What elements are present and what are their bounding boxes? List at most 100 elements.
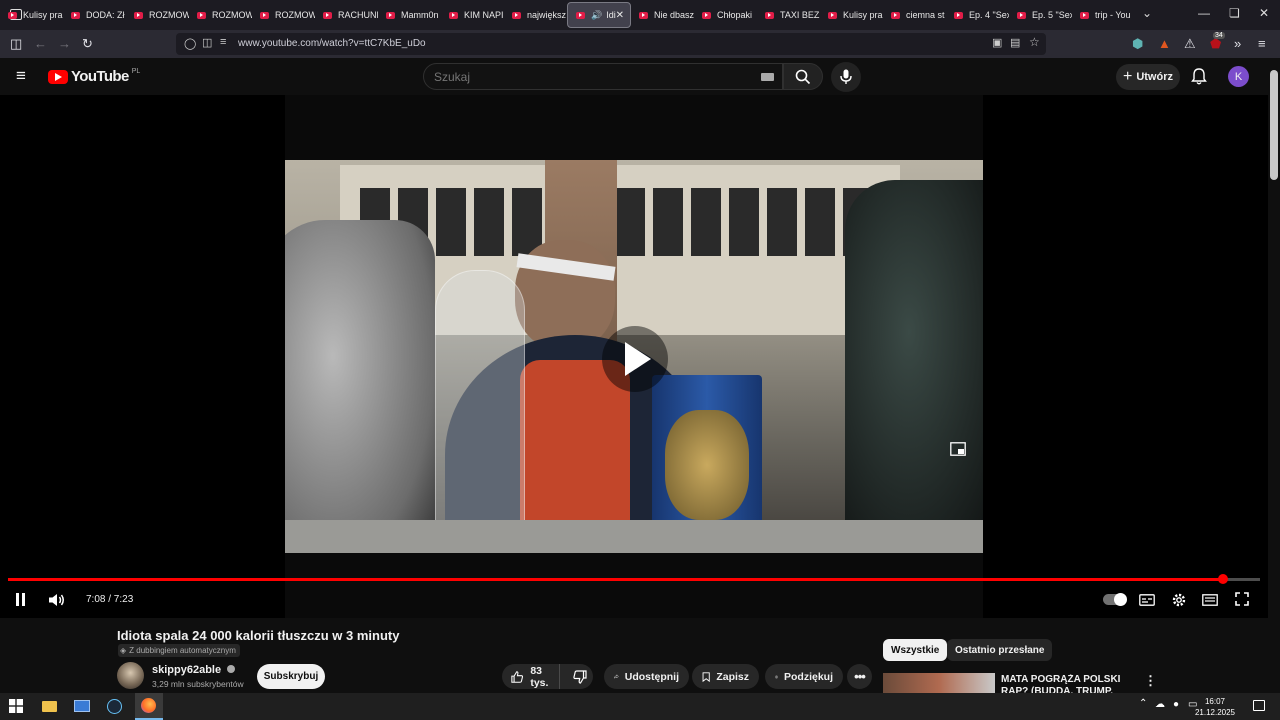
channel-name[interactable]: skippy62able [152,664,221,676]
browser-tab[interactable]: Ep. 5 "Sex [1009,2,1072,28]
extensions-icon[interactable]: ⚠ [1184,36,1196,52]
fox-extension-icon[interactable]: ▲ [1158,36,1171,51]
youtube-logo-text: YouTube [71,68,129,85]
address-bar[interactable]: ◯ ◫ ≡ www.youtube.com/watch?v=ttC7KbE_uD… [176,33,1046,55]
share-button[interactable]: Udostępnij [604,664,689,689]
chip-all[interactable]: Wszystkie [883,639,948,661]
subscribe-button[interactable]: Subskrybuj [257,664,325,689]
recommendation-thumbnail[interactable] [883,673,995,693]
tab-label: Idi [606,10,616,20]
browser-tab[interactable]: ROZMOW [126,2,189,28]
close-window-icon[interactable]: ✕ [1259,6,1269,20]
more-actions-button[interactable]: ••• [847,664,872,689]
plus-icon: + [1122,68,1133,85]
chip-recent-label: Ostatnio przesłane [955,644,1045,656]
autoplay-toggle[interactable] [1103,593,1127,606]
tab-list-chevron-icon[interactable]: ⌄ [1142,6,1152,20]
notifications-tray-icon[interactable] [1253,700,1265,711]
search-button[interactable] [783,63,823,90]
mic-tray-icon[interactable]: ● [1173,699,1179,710]
save-button[interactable]: Zapisz [692,664,759,689]
reader-view-icon[interactable]: ▤ [1010,36,1020,49]
fullscreen-icon[interactable] [1235,592,1249,606]
vpn-extension-icon[interactable]: ⬢ [1132,36,1143,52]
channel-name-row[interactable]: skippy62able [152,664,236,676]
browser-tab[interactable]: ROZMOW [252,2,315,28]
recommendation-menu-icon[interactable]: ⋮ [1144,673,1157,689]
subtitles-icon[interactable] [1139,594,1155,606]
youtube-favicon-icon [71,11,80,19]
tab-active[interactable]: 🔊 Idi ✕ [567,2,631,28]
tab-label: Kulisy pra [843,10,883,20]
browser-tab[interactable]: KIM NAPI [441,2,504,28]
url-text[interactable]: www.youtube.com/watch?v=ttC7KbE_uDo [238,38,426,49]
super-thanks-icon [775,675,778,678]
browser-tab[interactable]: ciemna st [883,2,946,28]
recommendation-title[interactable]: MATA POGRĄŻA POLSKI RAP? (BUDDA, TRUMP, … [1001,674,1141,693]
like-count: 83 tys. [530,664,549,689]
bookmark-star-icon[interactable]: ☆ [1029,35,1040,49]
voice-search-button[interactable] [831,62,861,92]
thumbs-up-icon [511,670,524,683]
app-menu-icon[interactable]: ≡ [1258,36,1266,51]
lock-icon[interactable]: ◫ [202,36,212,49]
search-input[interactable] [424,64,724,89]
scrollbar-thumb[interactable] [1270,70,1278,180]
big-play-button[interactable] [602,326,668,392]
browser-tab[interactable]: Mamm0n [378,2,441,28]
sidebar-toggle-icon[interactable]: ◫ [10,36,22,52]
network-tray-icon[interactable]: ☁ [1155,699,1165,710]
keyboard-icon[interactable] [761,73,774,81]
pause-button[interactable] [15,593,27,606]
search-icon [795,69,811,85]
theater-mode-icon[interactable] [1202,594,1218,606]
browser-tab[interactable]: RACHUNE [315,2,378,28]
tab-close-icon[interactable]: ✕ [616,10,624,21]
dislike-button[interactable] [566,664,593,689]
restore-icon[interactable]: ❏ [1229,6,1240,20]
guide-menu-icon[interactable]: ≡ [16,66,26,86]
file-explorer-icon[interactable] [42,701,57,712]
browser-tab[interactable]: Chłopaki [694,2,757,28]
overflow-chevron-icon[interactable]: » [1234,36,1241,51]
browser-tab[interactable]: ROZMOW [189,2,252,28]
minimize-icon[interactable]: — [1198,6,1210,20]
taskbar-clock[interactable]: 16:07 21.12.2025 [1195,696,1235,718]
create-button[interactable]: + Utwórz [1116,64,1180,90]
permissions-icon[interactable]: ≡ [220,36,226,48]
channel-avatar[interactable] [117,662,144,689]
remote-desktop-icon[interactable] [74,700,90,712]
browser-tab[interactable]: Kulisy pra [0,2,63,28]
settings-gear-icon[interactable] [1171,592,1187,608]
like-button[interactable]: 83 tys. [502,664,561,689]
youtube-favicon-icon [449,11,458,19]
chip-recently-uploaded[interactable]: Ostatnio przesłane [947,639,1053,661]
tray-chevron-icon[interactable]: ⌃ [1139,698,1147,709]
tab-audio-icon[interactable]: 🔊 [591,10,602,21]
browser-tab[interactable]: Ep. 4 "Sex [946,2,1009,28]
thanks-button[interactable]: Podziękuj [765,664,843,689]
browser-tab[interactable]: największ [504,2,567,28]
browser-tab[interactable]: TAXI BEZ [757,2,820,28]
notifications-bell-icon[interactable] [1191,68,1207,85]
windows-start-icon[interactable] [9,699,23,713]
youtube-logo[interactable]: YouTube PL [48,68,140,85]
steam-icon[interactable] [107,699,122,714]
browser-tab[interactable]: Nie dbasz [631,2,694,28]
forward-icon[interactable]: → [58,36,71,51]
firefox-icon[interactable] [141,698,156,713]
chip-all-label: Wszystkie [891,644,940,656]
page-scrollbar[interactable] [1268,58,1280,693]
progress-bar[interactable] [8,574,1260,584]
like-dislike-group: 83 tys. [502,664,593,689]
browser-tab[interactable]: Kulisy pra [820,2,883,28]
tracking-shield-icon[interactable]: ◯ [184,37,196,50]
screenshot-icon[interactable]: ▣ [992,36,1002,49]
browser-tab[interactable]: DODA: Zł [63,2,126,28]
back-icon[interactable]: ← [34,36,47,51]
reload-icon[interactable]: ↻ [82,36,93,52]
miniplayer-icon[interactable] [950,442,966,456]
account-avatar[interactable]: K [1228,66,1249,87]
browser-tab[interactable]: trip - You [1072,2,1135,28]
volume-icon[interactable] [48,593,66,607]
